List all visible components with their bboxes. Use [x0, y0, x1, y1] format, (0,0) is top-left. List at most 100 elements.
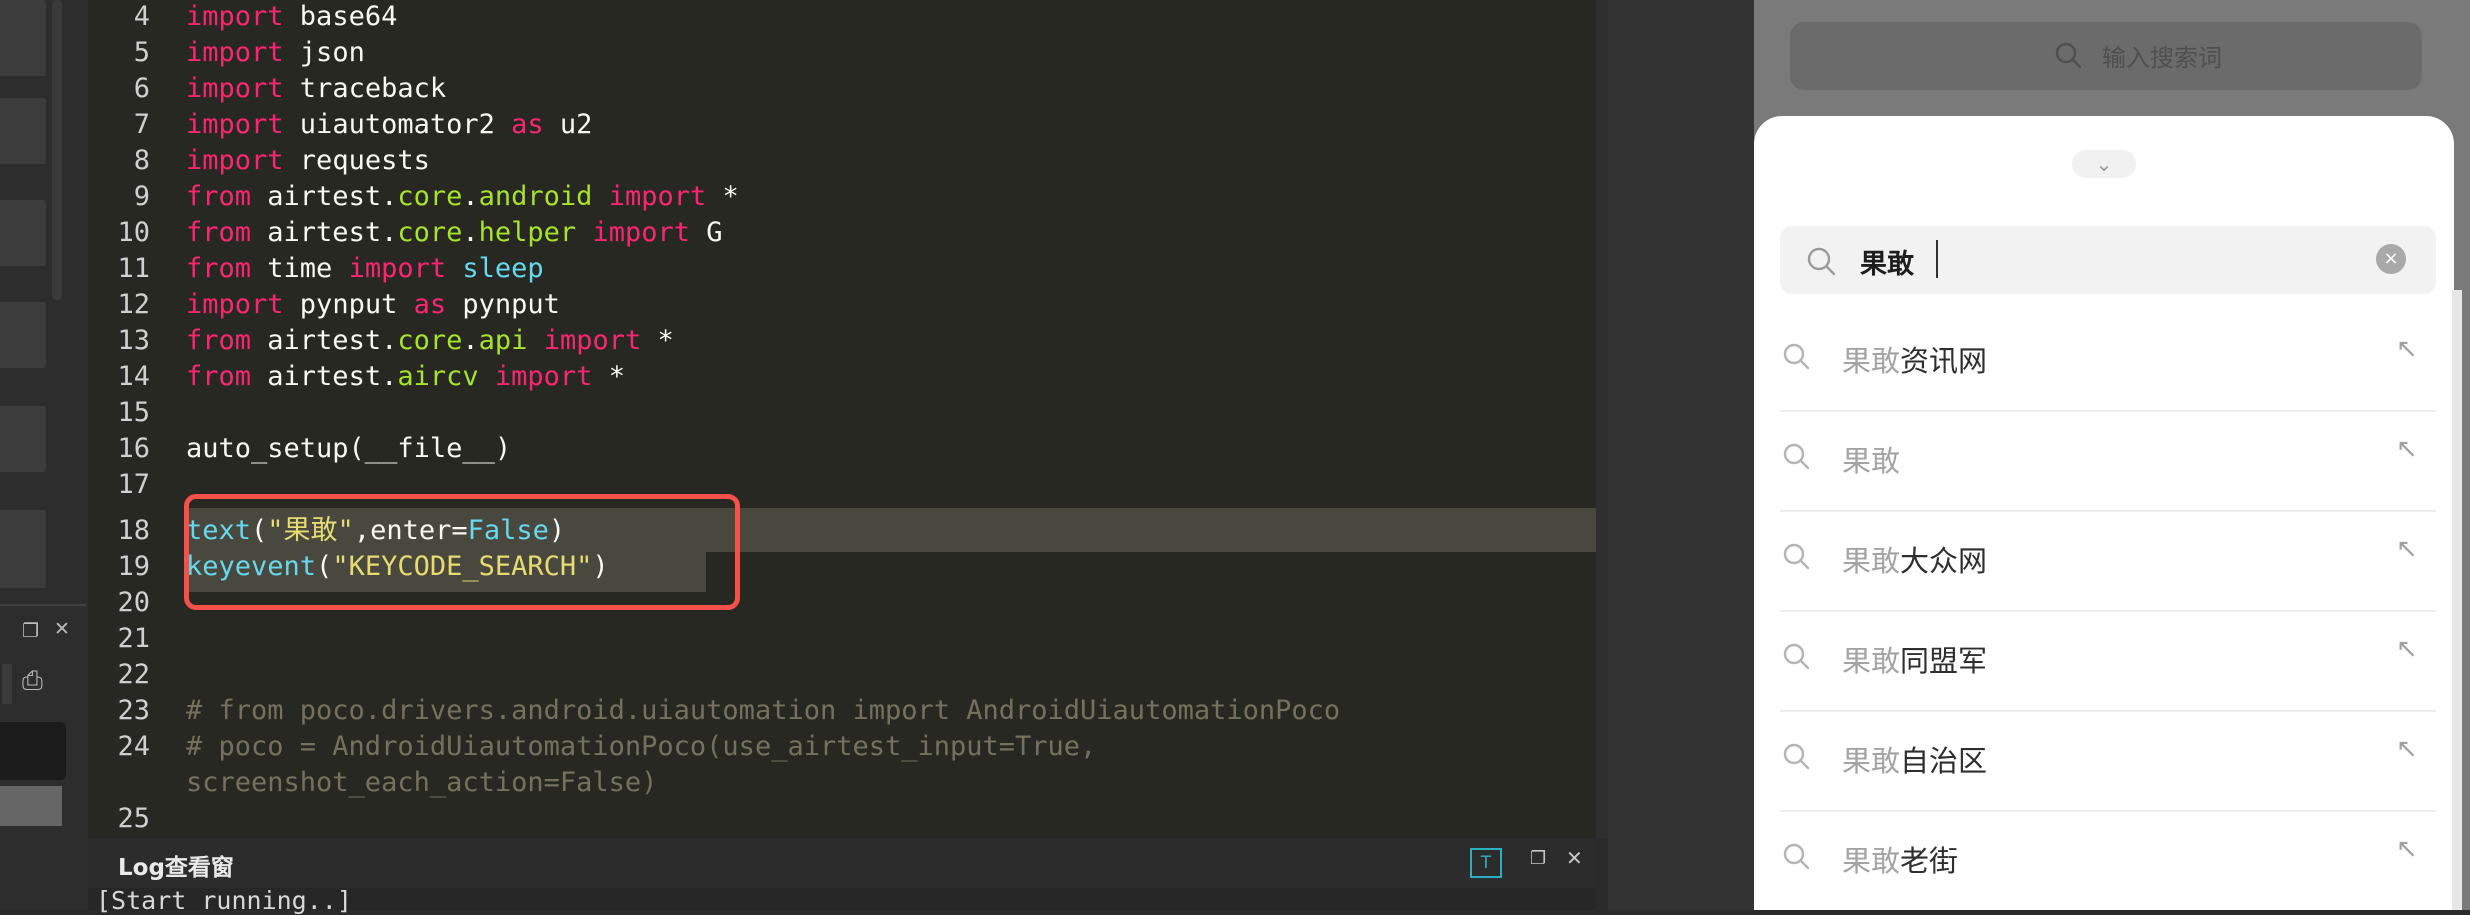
line-number: 20 — [117, 587, 150, 618]
log-window: Log查看窗 T ❐ ✕ [Start running..] — [88, 838, 1596, 915]
panel-tab[interactable] — [2, 664, 12, 704]
line-number: 13 — [117, 325, 150, 356]
code-token: import — [592, 217, 690, 248]
separator-area — [1608, 0, 1754, 910]
suggestion-item[interactable]: 果敢资讯网 ↖ — [1780, 312, 2436, 412]
code-token: import — [186, 73, 284, 104]
suggestion-item[interactable]: 果敢 ↖ — [1780, 412, 2436, 512]
line-number: 6 — [133, 73, 150, 104]
line-number: 7 — [133, 109, 150, 140]
sheet-scrollbar[interactable] — [2452, 290, 2462, 910]
restore-icon[interactable]: ❐ — [22, 620, 39, 642]
code-token: airtest. — [251, 217, 398, 248]
record-icon[interactable]: ⎙ — [22, 666, 43, 697]
chevron-down-icon[interactable]: ⌄ — [2072, 150, 2136, 178]
left-scrollbar[interactable] — [52, 0, 62, 300]
code-token: api — [478, 325, 528, 356]
code-token: sleep — [462, 253, 544, 284]
line-number: 21 — [117, 623, 150, 654]
selection-highlight-box — [184, 494, 740, 610]
close-icon[interactable]: ✕ — [54, 618, 70, 640]
line-number: 22 — [117, 659, 150, 690]
suggestion-item[interactable]: 果敢自治区 ↖ — [1780, 712, 2436, 812]
code-token: as — [413, 289, 447, 320]
clear-icon[interactable]: × — [2376, 244, 2406, 274]
code-token: json — [283, 37, 365, 68]
line-number: 17 — [117, 469, 150, 500]
toolbar-slot-2[interactable] — [0, 98, 46, 164]
search-icon — [1783, 343, 1810, 370]
code-editor[interactable]: 4 import base64 5 import json 6 import traceb… — [88, 0, 1664, 838]
code-token: u2 — [543, 109, 593, 140]
code-token: from — [186, 181, 252, 212]
code-text: import json — [186, 36, 365, 70]
suggestion-match: 果敢 — [1842, 544, 1901, 578]
search-input[interactable]: 果敢 × — [1780, 226, 2436, 294]
code-text: from time import sleep — [186, 252, 544, 286]
code-token: traceback — [283, 73, 447, 104]
search-icon — [2055, 42, 2082, 69]
device-screen[interactable]: 输入搜索词 ⌄ 果敢 × 果敢资讯网 ↖ 果敢 ↖ 果敢大众网 ↖ 果敢同盟军 ↖ 果敢自治区 ↖… — [1754, 0, 2470, 910]
search-icon — [1783, 743, 1810, 770]
toolbar-slot-5[interactable] — [0, 406, 46, 472]
code-token: helper — [478, 217, 577, 248]
suggestion-text: 果敢资讯网 — [1842, 338, 1987, 380]
background-search-bar: 输入搜索词 — [1790, 22, 2422, 90]
code-token: * — [641, 325, 674, 356]
code-token: requests — [283, 145, 430, 176]
code-token: import — [348, 253, 447, 284]
code-token: import — [494, 361, 593, 392]
toolbar-slot-3[interactable] — [0, 200, 46, 266]
suggestion-rest: 同盟军 — [1900, 644, 1988, 678]
log-header: Log查看窗 T ❐ ✕ — [88, 838, 1596, 888]
fill-arrow-icon[interactable]: ↖ — [2396, 534, 2418, 564]
code-token: as — [511, 109, 544, 140]
code-token: uiautomator2 — [283, 109, 512, 140]
search-icon — [1783, 843, 1810, 870]
line-number: 11 — [117, 253, 150, 284]
code-token: from — [186, 325, 252, 356]
toolbar-slot-4[interactable] — [0, 302, 46, 368]
code-token: import — [186, 109, 284, 140]
filter-icon[interactable]: T — [1470, 848, 1502, 878]
background-search-placeholder: 输入搜索词 — [2102, 44, 2222, 72]
log-title: Log查看窗 — [118, 855, 234, 881]
toolbar-slot-6[interactable] — [0, 510, 46, 588]
line-number: 8 — [133, 145, 150, 176]
code-token: . — [462, 217, 479, 248]
suggestion-item[interactable]: 果敢大众网 ↖ — [1780, 512, 2436, 612]
code-token: . — [462, 325, 479, 356]
suggestion-item[interactable]: 果敢同盟军 ↖ — [1780, 612, 2436, 712]
suggestion-text: 果敢自治区 — [1842, 738, 1987, 780]
code-text: auto_setup(__file__) — [186, 432, 511, 466]
code-token: auto_setup(__file__) — [186, 433, 512, 464]
toolbar-slot-1[interactable] — [0, 0, 46, 76]
fill-arrow-icon[interactable]: ↖ — [2396, 734, 2418, 764]
fill-arrow-icon[interactable]: ↖ — [2396, 434, 2418, 464]
fill-arrow-icon[interactable]: ↖ — [2396, 334, 2418, 364]
suggestion-rest: 老街 — [1900, 844, 1959, 878]
code-token: * — [706, 181, 739, 212]
code-token: import — [186, 145, 284, 176]
line-number: 16 — [117, 433, 150, 464]
code-token: import — [186, 1, 284, 32]
suggestion-rest: 自治区 — [1900, 744, 1988, 778]
code-token: . — [462, 181, 479, 212]
code-token: core — [397, 181, 463, 212]
code-text: from airtest.core.android import * — [186, 180, 739, 214]
suggestion-item[interactable]: 果敢老街 ↖ — [1780, 812, 2436, 910]
code-token: import — [186, 289, 284, 320]
fill-arrow-icon[interactable]: ↖ — [2396, 834, 2418, 864]
fill-arrow-icon[interactable]: ↖ — [2396, 634, 2418, 664]
code-token: from — [186, 217, 252, 248]
line-number: 15 — [117, 397, 150, 428]
editor-scrollbar[interactable] — [1596, 0, 1608, 838]
restore-icon[interactable]: ❐ — [1530, 848, 1546, 869]
suggestion-match: 果敢 — [1842, 644, 1901, 678]
code-token: from — [186, 361, 252, 392]
code-text: from airtest.aircv import * — [186, 360, 625, 394]
close-icon[interactable]: ✕ — [1566, 846, 1583, 870]
code-token: * — [592, 361, 625, 392]
line-number: 14 — [117, 361, 150, 392]
